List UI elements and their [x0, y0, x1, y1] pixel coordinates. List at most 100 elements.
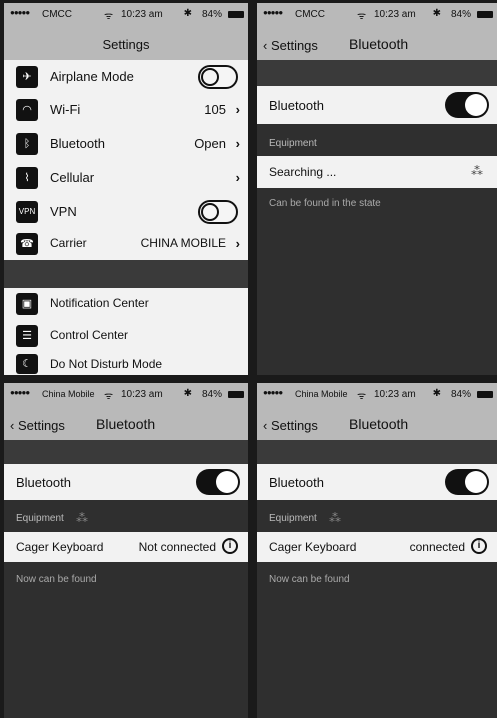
- row-value: 105: [204, 102, 226, 117]
- discoverable-note: Can be found in the state: [269, 198, 381, 209]
- discoverable-area: Now can be found: [257, 562, 497, 718]
- battery-percent: 84%: [450, 9, 471, 20]
- searching-text: Searching ...: [269, 165, 337, 179]
- back-button[interactable]: ‹ Settings: [263, 38, 318, 53]
- wifi-status-icon: ᯤ: [357, 391, 367, 402]
- device-row[interactable]: Cager Keyboard Not connected i: [4, 532, 248, 563]
- section-divider: [4, 440, 248, 464]
- row-label: Control Center: [50, 328, 129, 342]
- row-label: Cellular: [50, 170, 95, 185]
- do-not-disturb-row[interactable]: ☾ Do Not Disturb Mode: [4, 352, 248, 375]
- searching-row: Searching ... ⁂: [257, 156, 497, 189]
- cellular-row[interactable]: ⌇ Cellular ›: [4, 161, 248, 196]
- vpn-icon: VPN: [16, 201, 38, 223]
- discoverable-area: Can be found in the state: [257, 188, 497, 375]
- vpn-toggle[interactable]: [198, 200, 238, 224]
- chevron-right-icon: ›: [235, 170, 240, 185]
- section-label: Equipment: [269, 138, 317, 149]
- battery-icon: [477, 391, 493, 398]
- row-label: Airplane Mode: [50, 69, 134, 84]
- battery-percent: 84%: [201, 389, 222, 400]
- row-value: CHINA MOBILE: [140, 236, 226, 250]
- clock: 10:23 am: [121, 9, 163, 20]
- equipment-section-header: Equipment ⁂: [4, 500, 248, 532]
- info-icon[interactable]: i: [471, 538, 487, 554]
- battery-icon: [228, 391, 244, 398]
- airplane-mode-toggle[interactable]: [198, 65, 238, 89]
- bluetooth-searching-screen: ●●●●● CMCC ᯤ 10:23 am ✱ 84% ‹ Settings B…: [257, 3, 497, 375]
- status-bar: ●●●●● CMCC ᯤ 10:23 am ✱ 84%: [4, 3, 248, 25]
- chevron-right-icon: ›: [235, 136, 240, 151]
- row-label: Notification Center: [50, 296, 149, 310]
- battery-percent: 84%: [201, 9, 222, 20]
- chevron-right-icon: ›: [235, 102, 240, 117]
- discoverable-note: Now can be found: [269, 574, 350, 585]
- row-label: Wi-Fi: [50, 102, 81, 117]
- carrier-name: China Mobile: [42, 389, 95, 399]
- carrier-name: CMCC: [295, 9, 325, 20]
- page-title: Bluetooth: [349, 416, 409, 432]
- row-value: Open: [194, 136, 226, 151]
- bluetooth-status-icon: ✱: [183, 8, 192, 19]
- carrier-name: China Mobile: [295, 389, 348, 399]
- settings-screen: ●●●●● CMCC ᯤ 10:23 am ✱ 84% Settings ✈ A…: [4, 3, 248, 375]
- status-bar: ●●●●● CMCC ᯤ 10:23 am ✱ 84%: [257, 3, 497, 25]
- device-name: Cager Keyboard: [16, 540, 104, 554]
- spinner-icon: ⁂: [329, 511, 341, 525]
- carrier-row[interactable]: ☎ Carrier CHINA MOBILE ›: [4, 229, 248, 261]
- status-bar: ●●●●● China Mobile ᯤ 10:23 am ✱ 84%: [4, 383, 248, 405]
- row-label: VPN: [50, 204, 77, 219]
- nav-bar: Settings: [4, 25, 248, 60]
- bluetooth-toggle-row[interactable]: Bluetooth: [4, 464, 248, 501]
- airplane-mode-row[interactable]: ✈ Airplane Mode: [4, 60, 248, 95]
- signal-icon: ●●●●●: [263, 8, 283, 17]
- signal-icon: ●●●●●: [10, 8, 30, 17]
- discoverable-note: Now can be found: [16, 574, 97, 585]
- bluetooth-row[interactable]: ᛒ Bluetooth Open ›: [4, 127, 248, 162]
- wifi-row[interactable]: ◠ Wi-Fi 105 ›: [4, 94, 248, 128]
- bluetooth-connected-screen: ●●●●● China Mobile ᯤ 10:23 am ✱ 84% ‹ Se…: [257, 383, 497, 718]
- device-status: Not connected: [138, 540, 216, 554]
- back-button[interactable]: ‹ Settings: [263, 418, 318, 433]
- section-divider: [257, 440, 497, 464]
- nav-bar: ‹ Settings Bluetooth: [257, 405, 497, 440]
- bluetooth-toggle-row[interactable]: Bluetooth: [257, 464, 497, 501]
- signal-icon: ●●●●●: [263, 388, 283, 397]
- status-bar: ●●●●● China Mobile ᯤ 10:23 am ✱ 84%: [257, 383, 497, 405]
- vpn-row[interactable]: VPN VPN: [4, 195, 248, 230]
- device-row[interactable]: Cager Keyboard connected i: [257, 532, 497, 563]
- notification-center-row[interactable]: ▣ Notification Center: [4, 288, 248, 321]
- clock: 10:23 am: [121, 389, 163, 400]
- chevron-right-icon: ›: [235, 236, 240, 251]
- spinner-icon: ⁂: [76, 511, 88, 525]
- info-icon[interactable]: i: [222, 538, 238, 554]
- section-label: Equipment: [16, 513, 64, 524]
- wifi-icon: ◠: [16, 99, 38, 121]
- back-button[interactable]: ‹ Settings: [10, 418, 65, 433]
- bluetooth-not-connected-screen: ●●●●● China Mobile ᯤ 10:23 am ✱ 84% ‹ Se…: [4, 383, 248, 718]
- bluetooth-toggle[interactable]: [445, 92, 489, 118]
- battery-percent: 84%: [450, 389, 471, 400]
- bluetooth-status-icon: ✱: [432, 8, 441, 19]
- control-center-icon: ☰: [16, 325, 38, 347]
- wifi-status-icon: ᯤ: [357, 11, 367, 22]
- page-title: Bluetooth: [349, 36, 409, 52]
- bluetooth-toggle-row[interactable]: Bluetooth: [257, 86, 497, 125]
- carrier-name: CMCC: [42, 9, 72, 20]
- bluetooth-toggle[interactable]: [445, 469, 489, 495]
- bluetooth-toggle[interactable]: [196, 469, 240, 495]
- cellular-icon: ⌇: [16, 167, 38, 189]
- discoverable-area: Now can be found: [4, 562, 248, 718]
- phone-icon: ☎: [16, 233, 38, 255]
- bluetooth-status-icon: ✱: [432, 388, 441, 399]
- page-title: Bluetooth: [96, 416, 156, 432]
- page-title: Settings: [102, 37, 150, 52]
- section-divider: [4, 260, 248, 288]
- clock: 10:23 am: [374, 389, 416, 400]
- notification-icon: ▣: [16, 293, 38, 315]
- bluetooth-status-icon: ✱: [183, 388, 192, 399]
- section-divider: [257, 60, 497, 86]
- row-label: Do Not Disturb Mode: [50, 357, 163, 371]
- control-center-row[interactable]: ☰ Control Center: [4, 320, 248, 353]
- section-label: Equipment: [269, 513, 317, 524]
